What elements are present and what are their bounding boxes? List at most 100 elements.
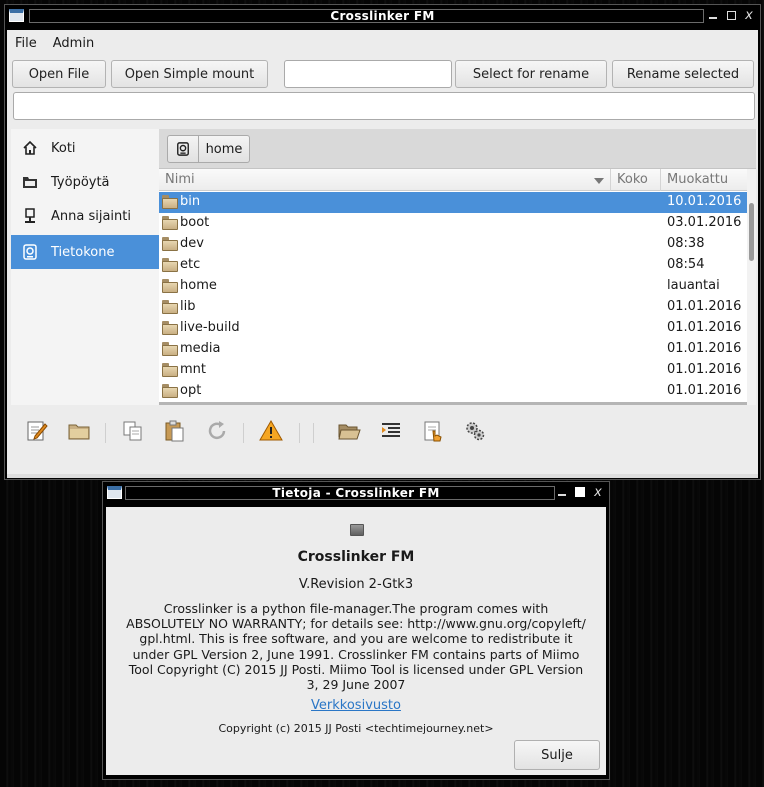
maximize-icon[interactable] bbox=[724, 7, 738, 23]
file-list[interactable]: Nimi Koko Muokattu bin 10.01.2016 boot 03.0… bbox=[159, 169, 756, 405]
sidebar-item-label: Työpöytä bbox=[51, 174, 110, 190]
path-bar: home bbox=[159, 129, 756, 169]
website-link[interactable]: Verkkosivusto bbox=[106, 698, 606, 713]
scrollbar-thumb[interactable] bbox=[749, 203, 754, 261]
program-comments: Crosslinker is a python file-manager.The… bbox=[126, 601, 586, 693]
file-modified: 01.01.2016 bbox=[667, 320, 742, 335]
file-name: boot bbox=[180, 215, 210, 230]
computer-icon bbox=[21, 243, 39, 261]
file-modified: 08:38 bbox=[667, 236, 705, 251]
list-header: Nimi Koko Muokattu bbox=[159, 169, 747, 191]
rename-selected-button[interactable]: Rename selected bbox=[612, 60, 754, 88]
about-titlebar[interactable]: Tietoja - Crosslinker FM x bbox=[103, 482, 609, 504]
sort-arrow-icon bbox=[594, 178, 604, 184]
network-location-icon bbox=[21, 207, 39, 225]
minimize-icon[interactable] bbox=[555, 484, 569, 500]
places-sidebar: Koti Työpöytä Anna sijainti Tietokone bbox=[11, 129, 159, 405]
close-dialog-button[interactable]: Sulje bbox=[514, 740, 600, 770]
copy-icon[interactable] bbox=[121, 419, 145, 443]
file-name: media bbox=[180, 341, 221, 356]
copyright-text: Copyright (c) 2015 JJ Posti <techtimejou… bbox=[218, 722, 494, 735]
file-name: lib bbox=[180, 299, 196, 314]
toolbar-separator bbox=[299, 423, 300, 443]
file-name: bin bbox=[180, 194, 201, 209]
folder-icon bbox=[162, 237, 178, 251]
file-modified: 08:54 bbox=[667, 257, 705, 272]
file-modified: lauantai bbox=[667, 278, 720, 293]
column-header-modified[interactable]: Muokattu bbox=[661, 169, 747, 191]
file-row[interactable]: mnt 01.01.2016 bbox=[159, 360, 747, 381]
file-row[interactable]: media 01.01.2016 bbox=[159, 339, 747, 360]
sidebar-item-label: Anna sijainti bbox=[51, 208, 131, 224]
indent-icon[interactable] bbox=[379, 419, 403, 443]
menubar: File Admin bbox=[7, 30, 758, 56]
bottom-toolbar bbox=[7, 405, 758, 461]
file-row[interactable]: etc 08:54 bbox=[159, 255, 747, 276]
vertical-scrollbar[interactable] bbox=[747, 169, 756, 405]
file-name: opt bbox=[180, 383, 202, 398]
open-folder-icon[interactable] bbox=[337, 419, 361, 443]
properties-icon[interactable] bbox=[421, 419, 445, 443]
file-modified: 01.01.2016 bbox=[667, 341, 742, 356]
file-row[interactable]: boot 03.01.2016 bbox=[159, 213, 747, 234]
folder-icon bbox=[162, 342, 178, 356]
file-row[interactable]: bin 10.01.2016 bbox=[159, 192, 747, 213]
folder-icon bbox=[162, 279, 178, 293]
file-name: live-build bbox=[180, 320, 240, 335]
main-client-area: File Admin Open File Open Simple mount S… bbox=[7, 30, 758, 474]
paste-icon[interactable] bbox=[163, 419, 187, 443]
column-header-size[interactable]: Koko bbox=[611, 169, 661, 191]
file-row[interactable]: dev 08:38 bbox=[159, 234, 747, 255]
file-row[interactable]: lib 01.01.2016 bbox=[159, 297, 747, 318]
file-row[interactable]: opt 01.01.2016 bbox=[159, 381, 747, 402]
maximize-icon[interactable] bbox=[573, 484, 587, 500]
sidebar-item-label: Tietokone bbox=[51, 244, 115, 260]
program-version: V.Revision 2-Gtk3 bbox=[298, 577, 414, 592]
toolbar-separator bbox=[243, 423, 244, 443]
sidebar-item-tietokone[interactable]: Tietokone bbox=[11, 235, 159, 269]
about-dialog: Tietoja - Crosslinker FM x Crosslinker F… bbox=[102, 481, 610, 780]
computer-icon bbox=[177, 142, 189, 156]
file-name: home bbox=[180, 278, 217, 293]
file-name: mnt bbox=[180, 362, 206, 377]
folder-icon bbox=[162, 363, 178, 377]
select-for-rename-button[interactable]: Select for rename bbox=[455, 60, 607, 88]
close-icon[interactable]: x bbox=[591, 484, 605, 500]
file-row[interactable]: home lauantai bbox=[159, 276, 747, 297]
refresh-icon[interactable] bbox=[205, 419, 229, 443]
edit-icon[interactable] bbox=[25, 419, 49, 443]
sidebar-item-tyopoyta[interactable]: Työpöytä bbox=[11, 165, 159, 199]
folder-icon bbox=[162, 321, 178, 335]
folder-icon bbox=[162, 195, 178, 209]
folder-icon[interactable] bbox=[67, 419, 91, 443]
sidebar-item-label: Koti bbox=[51, 140, 76, 156]
folder-icon bbox=[162, 384, 178, 398]
file-name: etc bbox=[180, 257, 201, 272]
main-titlebar[interactable]: Crosslinker FM x bbox=[5, 5, 760, 27]
location-input[interactable] bbox=[13, 92, 755, 120]
file-row[interactable]: live-build 01.01.2016 bbox=[159, 318, 747, 339]
path-root-button[interactable] bbox=[167, 135, 199, 163]
home-icon bbox=[21, 139, 39, 157]
desktop-folder-icon bbox=[21, 173, 39, 191]
window-title: Crosslinker FM bbox=[330, 9, 435, 23]
rename-input[interactable] bbox=[284, 60, 452, 88]
file-modified: 01.01.2016 bbox=[667, 299, 742, 314]
menu-file[interactable]: File bbox=[7, 30, 45, 56]
warning-icon[interactable] bbox=[259, 419, 283, 443]
column-header-name[interactable]: Nimi bbox=[159, 169, 611, 191]
main-window: Crosslinker FM x File Admin Open File Op… bbox=[4, 4, 761, 480]
sidebar-item-anna-sijainti[interactable]: Anna sijainti bbox=[11, 199, 159, 233]
path-home-button[interactable]: home bbox=[198, 135, 250, 163]
file-modified: 01.01.2016 bbox=[667, 383, 742, 398]
close-icon[interactable]: x bbox=[742, 7, 756, 23]
settings-icon[interactable] bbox=[463, 419, 487, 443]
open-simple-mount-button[interactable]: Open Simple mount bbox=[111, 60, 268, 88]
program-name: Crosslinker FM bbox=[297, 549, 415, 565]
file-modified: 10.01.2016 bbox=[667, 194, 742, 209]
open-file-button[interactable]: Open File bbox=[12, 60, 106, 88]
sidebar-item-koti[interactable]: Koti bbox=[11, 131, 159, 165]
minimize-icon[interactable] bbox=[706, 7, 720, 23]
menu-admin[interactable]: Admin bbox=[45, 30, 102, 56]
toolbar-separator bbox=[313, 423, 314, 443]
